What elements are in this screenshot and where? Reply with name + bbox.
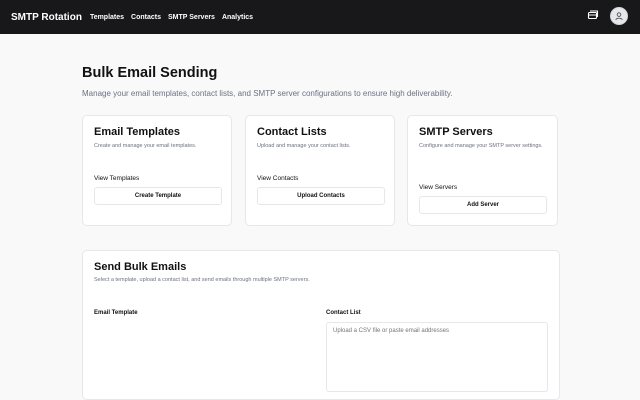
- card-description: Create and manage your email templates.: [94, 143, 197, 149]
- card-description: Configure and manage your SMTP server se…: [419, 143, 543, 149]
- view-servers-link[interactable]: View Servers: [419, 184, 457, 191]
- messages-icon[interactable]: [586, 9, 600, 23]
- add-server-button[interactable]: Add Server: [419, 196, 547, 214]
- top-navigation-bar: SMTP Rotation Templates Contacts SMTP Se…: [0, 0, 640, 34]
- section-description: Select a template, upload a contact list…: [94, 277, 310, 283]
- send-bulk-emails-card: Send Bulk Emails Select a template, uplo…: [82, 250, 560, 400]
- nav-link-contacts[interactable]: Contacts: [131, 14, 161, 21]
- page-description: Manage your email templates, contact lis…: [82, 89, 453, 98]
- smtp-servers-card: SMTP Servers Configure and manage your S…: [407, 115, 558, 226]
- card-title: Email Templates: [94, 126, 180, 138]
- contact-list-input[interactable]: [326, 322, 548, 392]
- card-title: Contact Lists: [257, 126, 327, 138]
- view-templates-link[interactable]: View Templates: [94, 175, 139, 182]
- view-contacts-link[interactable]: View Contacts: [257, 175, 298, 182]
- page-title: Bulk Email Sending: [82, 65, 218, 81]
- nav-link-templates[interactable]: Templates: [90, 14, 124, 21]
- brand-name[interactable]: SMTP Rotation: [11, 12, 82, 23]
- card-description: Upload and manage your contact lists.: [257, 143, 351, 149]
- email-template-label: Email Template: [94, 310, 138, 316]
- contact-list-label: Contact List: [326, 310, 361, 316]
- card-title: SMTP Servers: [419, 126, 493, 138]
- contact-lists-card: Contact Lists Upload and manage your con…: [245, 115, 395, 226]
- upload-contacts-button[interactable]: Upload Contacts: [257, 187, 385, 205]
- user-avatar-icon[interactable]: [610, 7, 628, 25]
- topbar-actions: [586, 7, 628, 25]
- nav-link-smtp-servers[interactable]: SMTP Servers: [168, 14, 215, 21]
- nav-link-analytics[interactable]: Analytics: [222, 14, 253, 21]
- section-title: Send Bulk Emails: [94, 261, 187, 273]
- email-templates-card: Email Templates Create and manage your e…: [82, 115, 232, 226]
- create-template-button[interactable]: Create Template: [94, 187, 222, 205]
